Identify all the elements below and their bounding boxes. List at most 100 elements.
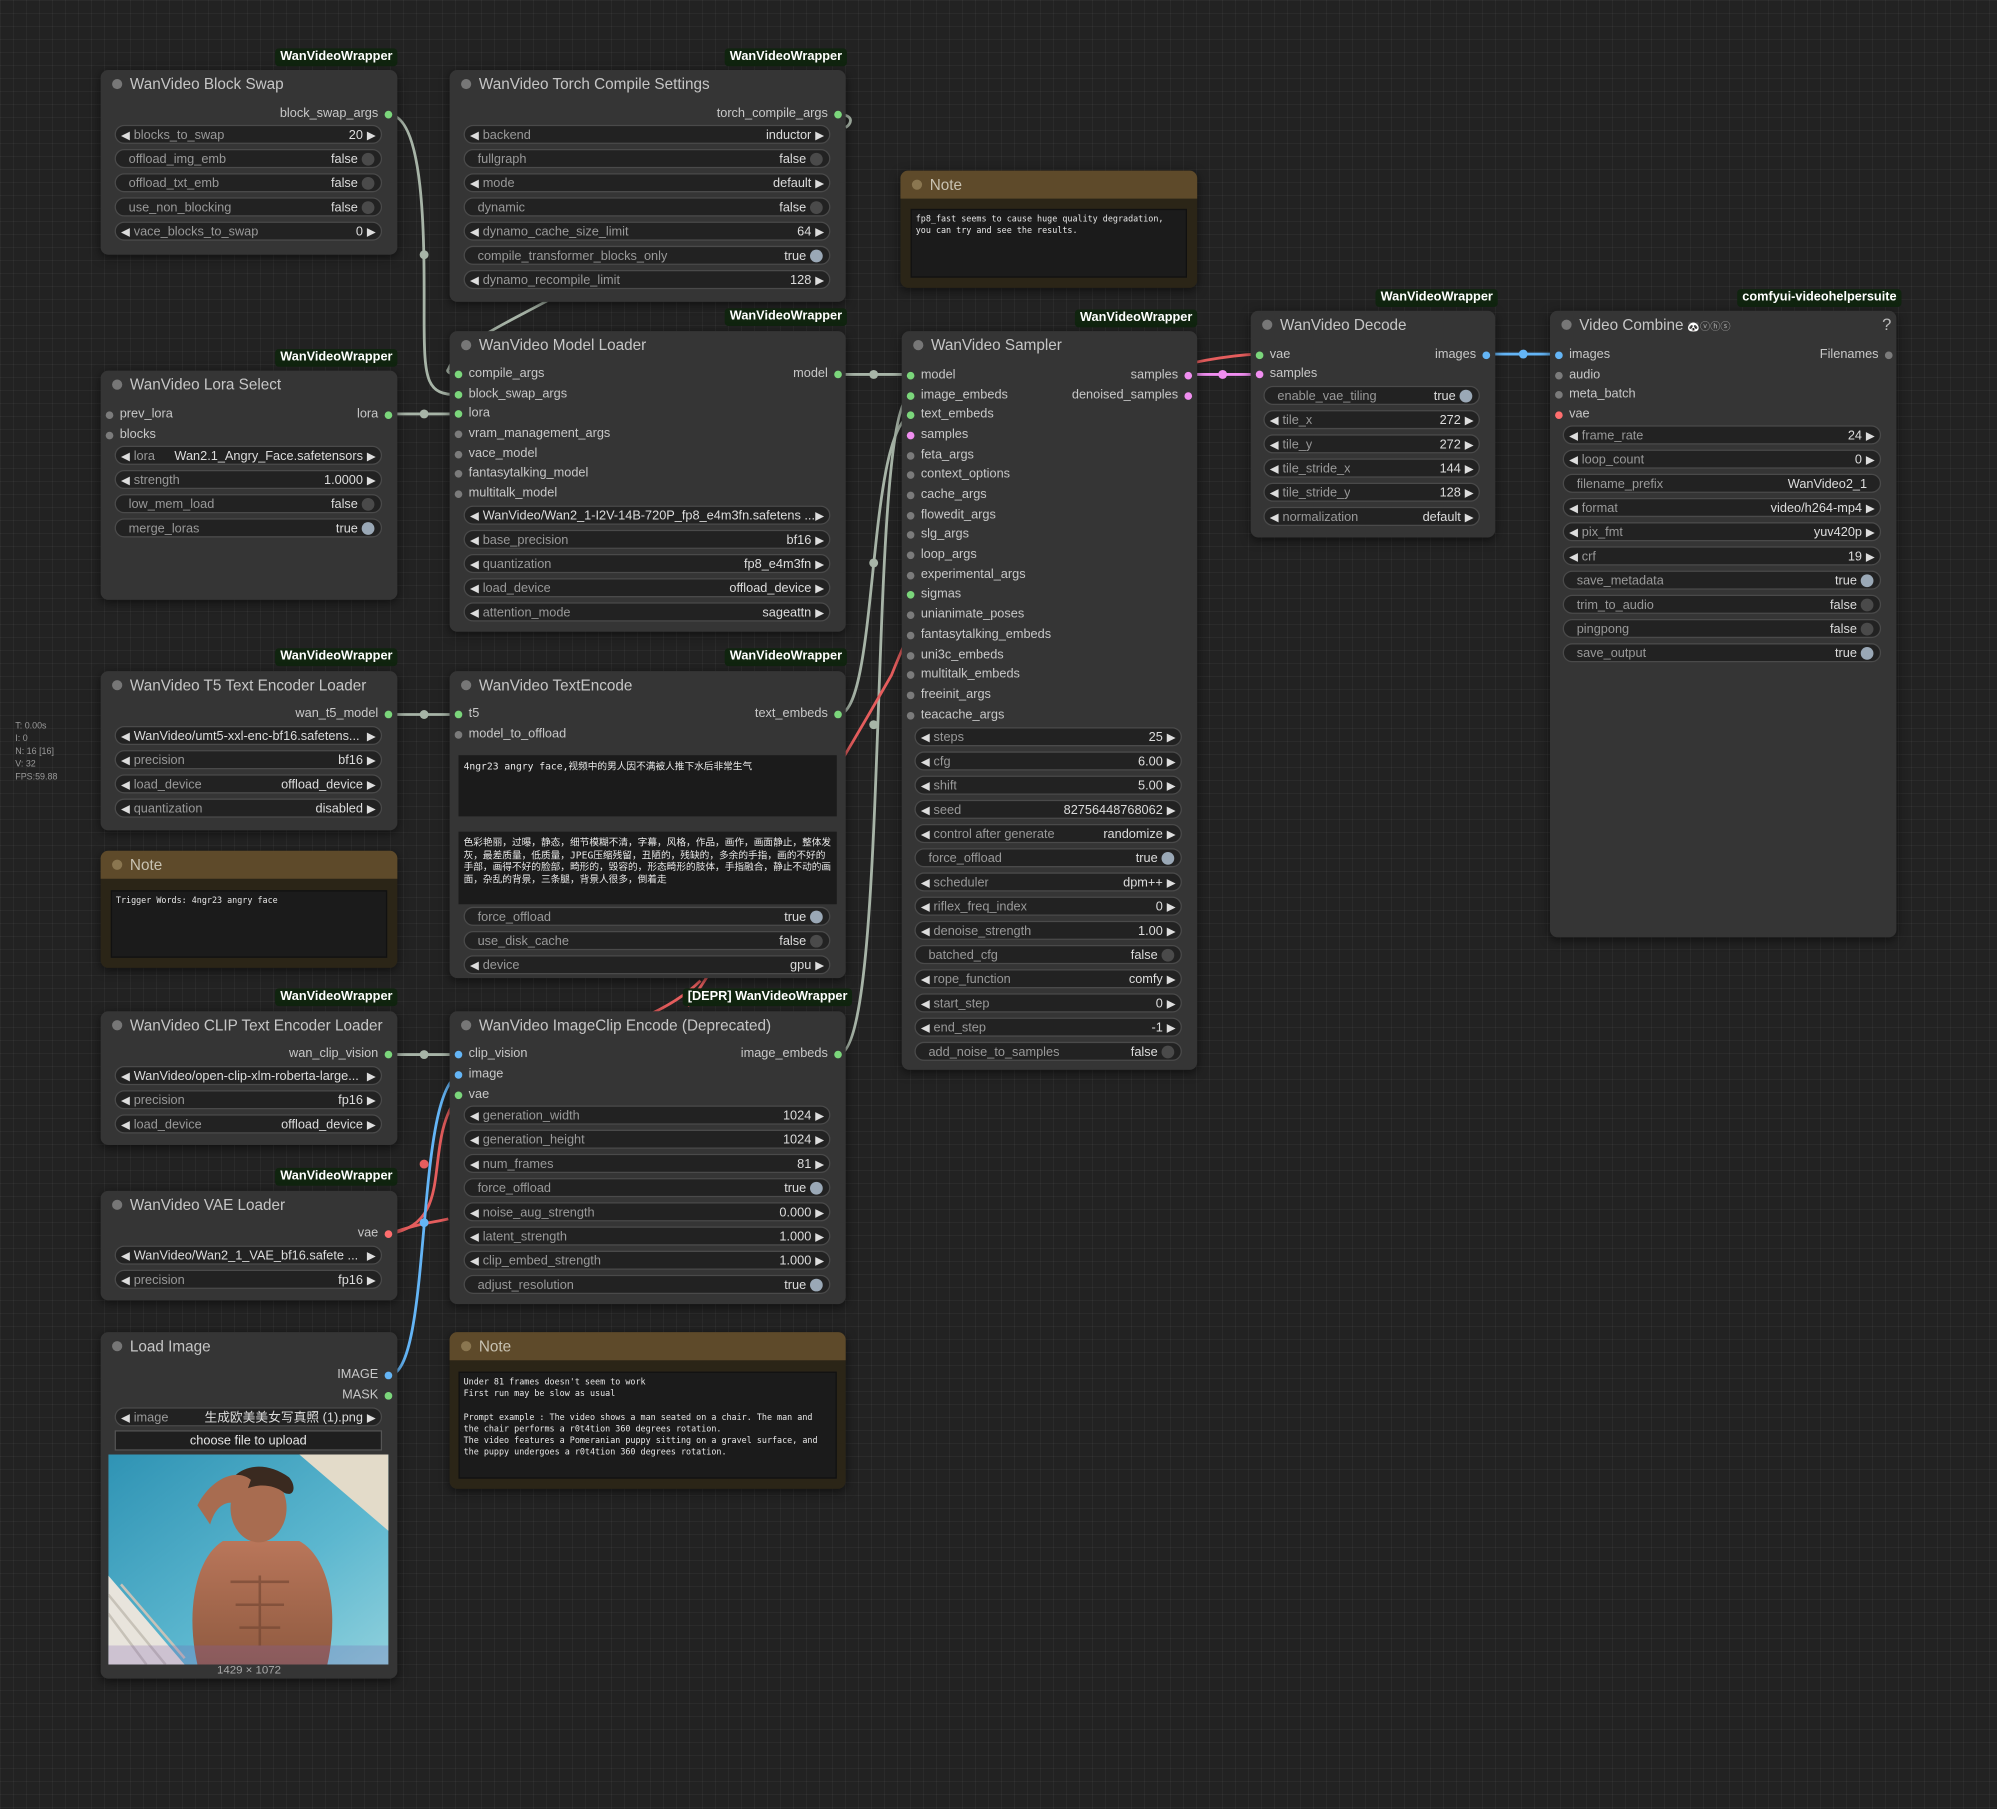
arrow-right-icon[interactable]: ▶ <box>1465 411 1474 428</box>
widget-backend[interactable]: ◀ backend inductor ▶ <box>463 124 831 144</box>
arrow-right-icon[interactable]: ▶ <box>1167 777 1176 794</box>
arrow-left-icon[interactable]: ◀ <box>121 1409 130 1426</box>
widget-model-name[interactable]: ◀ WanVideo/Wan2_1-I2V-14B-720P_fp8_e4m3fn… <box>463 505 831 525</box>
output-text-embeds[interactable]: text_embeds <box>755 707 843 722</box>
arrow-left-icon[interactable]: ◀ <box>121 126 130 143</box>
node-title[interactable]: WanVideo Lora Select <box>101 371 398 399</box>
arrow-left-icon[interactable]: ◀ <box>121 776 130 793</box>
input-sigmas[interactable]: sigmas <box>906 587 961 602</box>
arrow-left-icon[interactable]: ◀ <box>470 531 479 548</box>
arrow-right-icon[interactable]: ▶ <box>815 1131 824 1148</box>
arrow-right-icon[interactable]: ▶ <box>1167 753 1176 770</box>
toggle-low-mem-load[interactable]: low_mem_load false <box>114 494 383 514</box>
arrow-right-icon[interactable]: ▶ <box>1167 728 1176 745</box>
arrow-right-icon[interactable]: ▶ <box>815 126 824 143</box>
input-experimental-args[interactable]: experimental_args <box>906 568 1026 583</box>
widget-mode[interactable]: ◀ mode default ▶ <box>463 173 831 193</box>
arrow-right-icon[interactable]: ▶ <box>367 1409 376 1426</box>
node-imageclip-encode[interactable]: WanVideo ImageClip Encode (Deprecated) c… <box>449 1011 846 1305</box>
arrow-left-icon[interactable]: ◀ <box>1569 427 1578 444</box>
arrow-right-icon[interactable]: ▶ <box>1167 898 1176 915</box>
arrow-left-icon[interactable]: ◀ <box>1270 411 1279 428</box>
widget-dynamo-cache-size-limit[interactable]: ◀ dynamo_cache_size_limit 64 ▶ <box>463 221 831 241</box>
arrow-right-icon[interactable]: ▶ <box>367 447 376 464</box>
widget-rope-function[interactable]: ◀ rope_function comfy ▶ <box>914 969 1182 989</box>
toggle-enable-vae-tiling[interactable]: enable_vae_tiling true <box>1263 385 1480 406</box>
input-teacache-args[interactable]: teacache_args <box>906 708 1004 723</box>
toggle-fullgraph[interactable]: fullgraph false <box>463 149 831 169</box>
arrow-right-icon[interactable]: ▶ <box>367 800 376 817</box>
input-unianimate-poses[interactable]: unianimate_poses <box>906 608 1024 623</box>
input-vace-model[interactable]: vace_model <box>454 447 537 462</box>
input-multitalk-model[interactable]: multitalk_model <box>454 487 557 502</box>
arrow-right-icon[interactable]: ▶ <box>1167 970 1176 987</box>
node-model-loader[interactable]: WanVideo Model Loader compile_args block… <box>449 331 846 632</box>
arrow-right-icon[interactable]: ▶ <box>1866 523 1875 540</box>
widget-seed[interactable]: ◀ seed 82756448768062 ▶ <box>914 799 1182 819</box>
arrow-right-icon[interactable]: ▶ <box>367 471 376 488</box>
input-compile-args[interactable]: compile_args <box>454 367 544 382</box>
node-graph-canvas[interactable]: T: 0.00s I: 0 N: 16 [16] V: 32 FPS:59.88… <box>0 0 1997 1809</box>
node-title[interactable]: WanVideo Sampler <box>902 331 1197 359</box>
node-title[interactable]: WanVideo Torch Compile Settings <box>450 70 846 98</box>
input-lora[interactable]: lora <box>454 406 490 421</box>
widget-blocks-to-swap[interactable]: ◀ blocks_to_swap 20 ▶ <box>114 124 383 144</box>
note-text[interactable]: Trigger Words: 4ngr23 angry face <box>110 890 388 958</box>
arrow-right-icon[interactable]: ▶ <box>367 126 376 143</box>
output-wan-t5-model[interactable]: wan_t5_model <box>295 707 393 722</box>
widget-t5-model-name[interactable]: ◀ WanVideo/umt5-xxl-enc-bf16.safetens... ▶ <box>114 725 383 746</box>
widget-precision[interactable]: ◀ precision fp16 ▶ <box>114 1269 383 1289</box>
output-vae[interactable]: vae <box>358 1226 393 1241</box>
input-cache-args[interactable]: cache_args <box>906 488 987 503</box>
input-fantasytalking-model[interactable]: fantasytalking_model <box>454 466 588 481</box>
widget-vae-model-name[interactable]: ◀ WanVideo/Wan2_1_VAE_bf16.safete ... ▶ <box>114 1245 383 1265</box>
input-context-options[interactable]: context_options <box>906 467 1010 482</box>
widget-attention-mode[interactable]: ◀ attention_mode sageattn ▶ <box>463 602 831 622</box>
arrow-left-icon[interactable]: ◀ <box>121 1091 130 1108</box>
note-title[interactable]: Note <box>449 1332 846 1361</box>
widget-riflex-freq-index[interactable]: ◀ riflex_freq_index 0 ▶ <box>914 896 1182 916</box>
output-block-swap-args[interactable]: block_swap_args <box>280 107 393 122</box>
input-filename-prefix[interactable]: filename_prefix WanVideo2_1 <box>1562 473 1882 493</box>
toggle-batched-cfg[interactable]: batched_cfg false <box>914 945 1182 965</box>
arrow-right-icon[interactable]: ▶ <box>815 579 824 596</box>
arrow-right-icon[interactable]: ▶ <box>1167 995 1176 1012</box>
widget-vace-blocks-to-swap[interactable]: ◀ vace_blocks_to_swap 0 ▶ <box>114 221 383 241</box>
node-t5-loader[interactable]: WanVideo T5 Text Encoder Loader wan_t5_m… <box>100 671 398 831</box>
input-multitalk-embeds[interactable]: multitalk_embeds <box>906 667 1020 682</box>
arrow-right-icon[interactable]: ▶ <box>1167 922 1176 939</box>
widget-strength[interactable]: ◀ strength 1.0000 ▶ <box>114 469 383 490</box>
node-title[interactable]: WanVideo Model Loader <box>450 331 846 359</box>
arrow-right-icon[interactable]: ▶ <box>1465 436 1474 453</box>
toggle-force-offload[interactable]: force_offload true <box>463 906 831 926</box>
arrow-left-icon[interactable]: ◀ <box>470 507 479 524</box>
widget-tile-stride-y[interactable]: ◀ tile_stride_y 128 ▶ <box>1263 482 1480 502</box>
arrow-left-icon[interactable]: ◀ <box>121 447 130 464</box>
arrow-right-icon[interactable]: ▶ <box>1465 460 1474 477</box>
widget-noise-aug-strength[interactable]: ◀ noise_aug_strength 0.000 ▶ <box>463 1202 831 1222</box>
arrow-right-icon[interactable]: ▶ <box>1866 499 1875 516</box>
node-title[interactable]: WanVideo ImageClip Encode (Deprecated) <box>450 1011 846 1039</box>
node-sampler[interactable]: WanVideo Sampler model image_embeds text… <box>901 331 1198 1070</box>
output-filenames[interactable]: Filenames <box>1820 348 1893 363</box>
arrow-right-icon[interactable]: ▶ <box>367 751 376 768</box>
arrow-left-icon[interactable]: ◀ <box>921 970 930 987</box>
widget-load-device[interactable]: ◀ load_device offload_device ▶ <box>114 1114 383 1134</box>
toggle-trim-to-audio[interactable]: trim_to_audio false <box>1562 594 1882 614</box>
arrow-right-icon[interactable]: ▶ <box>1167 825 1176 842</box>
arrow-right-icon[interactable]: ▶ <box>1866 548 1875 565</box>
arrow-right-icon[interactable]: ▶ <box>367 223 376 240</box>
arrow-left-icon[interactable]: ◀ <box>921 995 930 1012</box>
arrow-left-icon[interactable]: ◀ <box>1569 548 1578 565</box>
output-image-embeds[interactable]: image_embeds <box>741 1047 843 1062</box>
widget-base-precision[interactable]: ◀ base_precision bf16 ▶ <box>463 529 831 549</box>
node-text-encode[interactable]: WanVideo TextEncode t5 model_to_offload … <box>449 671 846 979</box>
widget-shift[interactable]: ◀ shift 5.00 ▶ <box>914 775 1182 795</box>
output-model[interactable]: model <box>793 367 843 382</box>
arrow-left-icon[interactable]: ◀ <box>921 728 930 745</box>
input-text-embeds[interactable]: text_embeds <box>906 408 994 423</box>
widget-generation-width[interactable]: ◀ generation_width 1024 ▶ <box>463 1105 831 1125</box>
arrow-left-icon[interactable]: ◀ <box>1569 523 1578 540</box>
arrow-right-icon[interactable]: ▶ <box>1167 1019 1176 1036</box>
toggle-compile-transformer-blocks-only[interactable]: compile_transformer_blocks_only true <box>463 245 831 265</box>
